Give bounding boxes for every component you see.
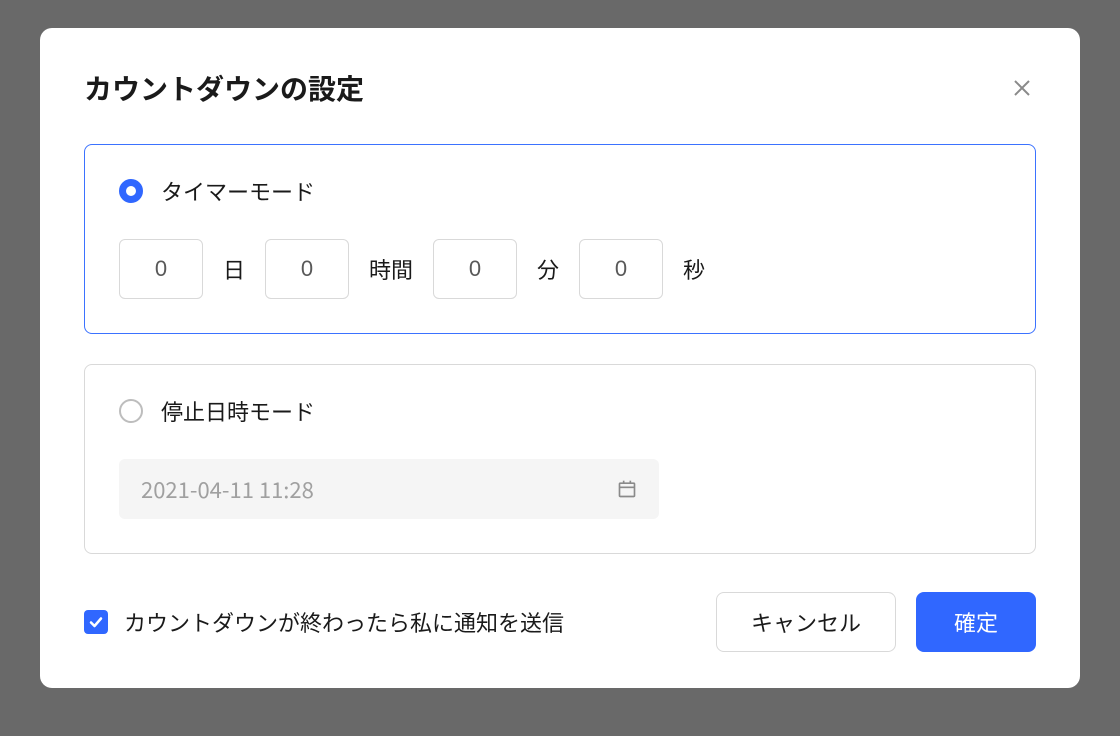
minutes-input[interactable] xyxy=(433,239,517,299)
footer-buttons: キャンセル 確定 xyxy=(716,592,1036,652)
check-icon xyxy=(88,614,104,630)
datetime-value: 2021-04-11 11:28 xyxy=(141,473,314,505)
timer-mode-radio[interactable] xyxy=(119,179,143,203)
modal-title: カウントダウンの設定 xyxy=(84,68,364,108)
minutes-unit: 分 xyxy=(537,253,559,285)
stop-mode-header: 停止日時モード xyxy=(119,395,1001,427)
hours-input[interactable] xyxy=(265,239,349,299)
calendar-icon xyxy=(617,479,637,499)
stop-datetime-mode-box[interactable]: 停止日時モード 2021-04-11 11:28 xyxy=(84,364,1036,554)
notify-checkbox[interactable] xyxy=(84,610,108,634)
timer-inputs-row: 日 時間 分 秒 xyxy=(119,239,1001,299)
close-icon xyxy=(1013,79,1031,97)
modal-footer: カウントダウンが終わったら私に通知を送信 キャンセル 確定 xyxy=(84,592,1036,652)
timer-mode-box[interactable]: タイマーモード 日 時間 分 秒 xyxy=(84,144,1036,334)
notify-label: カウントダウンが終わったら私に通知を送信 xyxy=(124,606,564,638)
countdown-settings-modal: カウントダウンの設定 タイマーモード 日 時間 分 秒 停止日時モード xyxy=(40,28,1080,688)
notify-section: カウントダウンが終わったら私に通知を送信 xyxy=(84,606,564,638)
cancel-button[interactable]: キャンセル xyxy=(716,592,896,652)
timer-mode-label: タイマーモード xyxy=(161,175,315,207)
seconds-unit: 秒 xyxy=(683,253,705,285)
days-input[interactable] xyxy=(119,239,203,299)
timer-mode-header: タイマーモード xyxy=(119,175,1001,207)
seconds-input[interactable] xyxy=(579,239,663,299)
stop-mode-label: 停止日時モード xyxy=(161,395,315,427)
datetime-picker[interactable]: 2021-04-11 11:28 xyxy=(119,459,659,519)
confirm-button[interactable]: 確定 xyxy=(916,592,1036,652)
close-button[interactable] xyxy=(1008,74,1036,102)
hours-unit: 時間 xyxy=(369,253,413,285)
modal-header: カウントダウンの設定 xyxy=(84,68,1036,108)
stop-mode-radio[interactable] xyxy=(119,399,143,423)
days-unit: 日 xyxy=(223,253,245,285)
